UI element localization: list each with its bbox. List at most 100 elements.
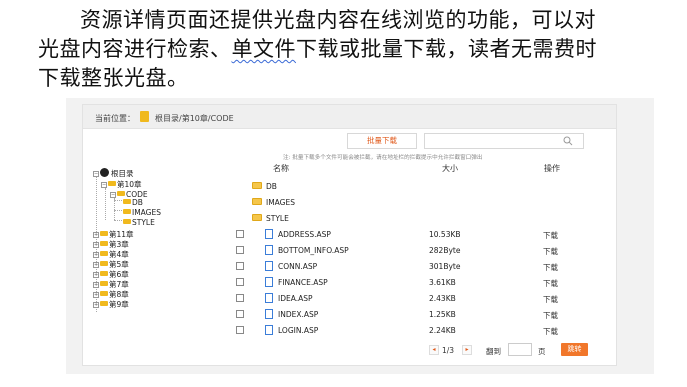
folder-icon [108,181,116,186]
download-link[interactable]: 下载 [543,230,558,241]
column-header-name[interactable]: 名称 [273,163,289,174]
file-row: IDEA.ASP 2.43KB 下载 [233,291,608,306]
expand-icon[interactable]: + [93,272,99,278]
select-checkbox[interactable] [236,230,244,238]
folder-icon [123,199,131,204]
folder-icon [100,281,108,286]
screenshot-frame: 当前位置： 根目录/第10章/CODE 批量下载 注: 批量下载多个文件可能会被… [66,98,654,374]
expand-icon[interactable]: + [93,242,99,248]
expand-icon[interactable]: + [93,252,99,258]
download-link[interactable]: 下载 [543,294,558,305]
expand-icon[interactable]: + [93,292,99,298]
intro-line-1: 资源详情页面还提供光盘内容在线浏览的功能，可以对 [80,8,596,32]
folder-icon [100,271,108,276]
folder-name: IMAGES [266,198,295,207]
folder-icon [140,111,149,122]
collapse-icon[interactable]: − [101,182,107,188]
intro-line-2b: 单文件 [231,37,296,61]
download-link[interactable]: 下载 [543,278,558,289]
tree-node-ch3[interactable]: + 第3章 [93,240,129,250]
file-name[interactable]: ADDRESS.ASP [278,230,331,239]
tree-node-db[interactable]: DB [123,198,143,208]
file-size: 282Byte [429,246,461,255]
breadcrumb-label: 当前位置： [95,114,135,123]
page-unit-label: 页 [538,347,546,356]
file-icon [265,277,273,287]
select-checkbox[interactable] [236,310,244,318]
file-name[interactable]: INDEX.ASP [278,310,318,319]
tree-node-ch8[interactable]: + 第8章 [93,290,129,300]
folder-name: STYLE [266,214,289,223]
collapse-icon[interactable]: − [93,171,99,177]
page-indicator: 1/3 [442,346,455,355]
batch-download-button[interactable]: 批量下载 [347,133,417,149]
search-icon[interactable] [563,136,573,146]
disc-browser-panel: 当前位置： 根目录/第10章/CODE 批量下载 注: 批量下载多个文件可能会被… [82,104,617,366]
file-icon [265,229,273,239]
select-checkbox[interactable] [236,294,244,302]
intro-line-3: 下载整张光盘。 [38,66,189,90]
download-link[interactable]: 下载 [543,326,558,337]
select-checkbox[interactable] [236,326,244,334]
tree-node-root[interactable]: − 根目录 [93,168,134,178]
goto-label: 翻到 [486,347,501,356]
tree-label: 第4章 [109,250,129,259]
file-icon [265,245,273,255]
tree-label: 根目录 [111,169,134,178]
expand-icon[interactable]: + [93,282,99,288]
folder-icon [117,191,125,196]
file-name[interactable]: FINANCE.ASP [278,278,328,287]
file-name[interactable]: LOGIN.ASP [278,326,318,335]
breadcrumb-path[interactable]: 根目录/第10章/CODE [155,113,234,124]
prev-page-button[interactable]: ◂ [429,345,439,355]
file-name[interactable]: CONN.ASP [278,262,317,271]
tree-node-ch6[interactable]: + 第6章 [93,270,129,280]
folder-row[interactable]: STYLE [233,211,608,226]
file-size: 2.24KB [429,326,456,335]
tree-node-images[interactable]: IMAGES [123,208,161,218]
select-checkbox[interactable] [236,246,244,254]
download-link[interactable]: 下载 [543,246,558,257]
tree-label: 第5章 [109,260,129,269]
go-button[interactable]: 跳转 [561,343,588,356]
folder-icon [252,182,262,189]
file-size: 3.61KB [429,278,456,287]
tree-node-ch5[interactable]: + 第5章 [93,260,129,270]
select-checkbox[interactable] [236,278,244,286]
tree-node-ch9[interactable]: + 第9章 [93,300,129,310]
file-icon [265,325,273,335]
file-icon [265,261,273,271]
folder-icon [100,251,108,256]
file-name[interactable]: IDEA.ASP [278,294,313,303]
select-checkbox[interactable] [236,262,244,270]
tree-node-ch10[interactable]: − 第10章 [101,180,142,190]
download-link[interactable]: 下载 [543,262,558,273]
folder-icon [123,209,131,214]
tree-node-ch4[interactable]: + 第4章 [93,250,129,260]
file-icon [265,309,273,319]
page-number-input[interactable] [508,343,532,356]
tree-node-ch11[interactable]: + 第11章 [93,230,134,240]
file-size: 2.43KB [429,294,456,303]
folder-row[interactable]: IMAGES [233,195,608,210]
file-size: 1.25KB [429,310,456,319]
next-page-button[interactable]: ▸ [462,345,472,355]
tree-node-ch7[interactable]: + 第7章 [93,280,129,290]
disc-icon [100,168,109,177]
tree-label: 第11章 [109,230,134,239]
tree-label: STYLE [132,218,155,227]
expand-icon[interactable]: + [93,302,99,308]
tree-node-style[interactable]: STYLE [123,218,155,228]
expand-icon[interactable]: + [93,232,99,238]
folder-icon [100,261,108,266]
intro-line-2c: 下载或批量下载，读者无需费时 [296,37,597,61]
download-link[interactable]: 下载 [543,310,558,321]
folder-icon [252,214,262,221]
search-input[interactable] [424,133,584,149]
expand-icon[interactable]: + [93,262,99,268]
folder-row[interactable]: DB [233,179,608,194]
file-name[interactable]: BOTTOM_INFO.ASP [278,246,349,255]
collapse-icon[interactable]: − [110,192,116,198]
column-header-size[interactable]: 大小 [442,163,458,174]
intro-paragraph: 资源详情页面还提供光盘内容在线浏览的功能，可以对 光盘内容进行检索、单文件下载或… [38,6,658,93]
